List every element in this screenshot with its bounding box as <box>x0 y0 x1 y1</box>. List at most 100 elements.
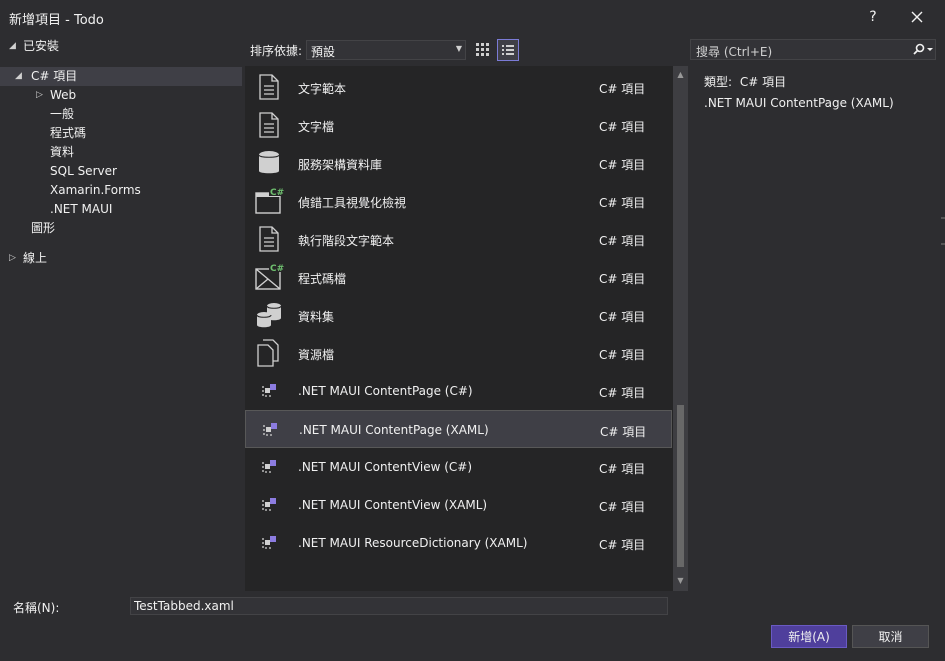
template-category: C# 項目 <box>599 82 646 96</box>
sort-dropdown[interactable]: 預設 ▼ <box>306 40 466 60</box>
sort-value: 預設 <box>311 45 336 59</box>
maui-icon <box>263 423 277 436</box>
chevron-down-icon: ▼ <box>455 44 462 53</box>
tree-item-net-maui[interactable]: .NET MAUI <box>50 200 112 219</box>
text-file-icon <box>259 74 279 100</box>
text-file-icon <box>259 112 279 138</box>
dataset-icon <box>256 303 282 328</box>
template-name: .NET MAUI ContentView (C#) <box>298 460 473 474</box>
search-icon[interactable] <box>911 43 933 57</box>
edge-divider <box>941 243 945 245</box>
tree-item-data[interactable]: 資料 <box>50 143 74 162</box>
template-row[interactable]: C# 程式碼檔 C# 項目 <box>245 258 672 296</box>
category-tree: ◢ 已安裝 ◢ C# 項目 ▷ Web 一般 程式碼 資料 SQL Server… <box>0 34 242 590</box>
name-label: 名稱(N): <box>13 601 60 615</box>
tree-item-graphics[interactable]: 圖形 <box>31 219 55 238</box>
tree-item-code[interactable]: 程式碼 <box>50 124 86 143</box>
cancel-button[interactable]: 取消 <box>852 625 929 648</box>
template-name: 文字檔 <box>298 120 335 134</box>
template-name: 資源檔 <box>298 348 335 362</box>
template-category: C# 項目 <box>599 386 646 400</box>
template-row[interactable]: C# 偵錯工具視覺化檢視 C# 項目 <box>245 182 672 220</box>
svg-text:C#: C# <box>270 264 284 274</box>
template-name: 資料集 <box>298 310 335 324</box>
template-category: C# 項目 <box>599 462 646 476</box>
template-name: .NET MAUI ResourceDictionary (XAML) <box>298 536 528 550</box>
expanded-arrow-icon[interactable]: ◢ <box>15 67 22 86</box>
small-icons-view-button[interactable] <box>472 39 494 61</box>
search-input[interactable]: 搜尋 (Ctrl+E) <box>696 43 772 60</box>
template-list-scrollbar[interactable]: ▲ ▼ <box>673 66 688 591</box>
grid-view-icon <box>476 43 489 56</box>
details-pane: 類型: C# 項目 .NET MAUI ContentPage (XAML) <box>690 66 940 591</box>
maui-icon <box>262 384 276 397</box>
expanded-arrow-icon[interactable]: ◢ <box>9 37 16 56</box>
template-row[interactable]: 文字檔 C# 項目 <box>245 106 672 144</box>
template-list: 文字範本 C# 項目 文字檔 C# 項目 服務架構資料庫 C# 項目 C# 偵錯… <box>245 66 688 591</box>
template-name: 偵錯工具視覺化檢視 <box>298 196 407 210</box>
maui-icon <box>262 460 276 473</box>
window-title: 新增項目 - Todo <box>9 13 104 28</box>
scroll-up-arrow-icon[interactable]: ▲ <box>673 68 688 82</box>
template-row-selected[interactable]: .NET MAUI ContentPage (XAML) C# 項目 <box>245 410 672 448</box>
template-row[interactable]: 文字範本 C# 項目 <box>245 68 672 106</box>
template-name: .NET MAUI ContentPage (XAML) <box>299 423 489 437</box>
add-button[interactable]: 新增(A) <box>771 625 847 648</box>
template-category: C# 項目 <box>599 310 646 324</box>
name-input[interactable] <box>130 597 668 615</box>
scroll-down-arrow-icon[interactable]: ▼ <box>673 574 688 588</box>
tree-item-installed[interactable]: 已安裝 <box>23 37 59 56</box>
close-icon <box>911 11 923 23</box>
tree-item-general[interactable]: 一般 <box>50 105 74 124</box>
tree-item-web[interactable]: Web <box>50 86 76 105</box>
maui-icon <box>262 536 276 549</box>
template-category: C# 項目 <box>599 538 646 552</box>
maui-icon <box>262 498 276 511</box>
sort-label: 排序依據: <box>250 44 303 58</box>
template-category: C# 項目 <box>599 120 646 134</box>
template-row[interactable]: .NET MAUI ContentView (C#) C# 項目 <box>245 448 672 486</box>
template-row[interactable]: .NET MAUI ResourceDictionary (XAML) C# 項… <box>245 524 672 562</box>
tree-item-csharp-items[interactable]: C# 項目 <box>31 67 77 86</box>
help-button[interactable]: ? <box>851 2 895 32</box>
collapsed-arrow-icon[interactable]: ▷ <box>36 86 43 105</box>
scrollbar-thumb[interactable] <box>677 405 684 567</box>
text-file-icon <box>259 226 279 252</box>
tree-item-xamarin-forms[interactable]: Xamarin.Forms <box>50 181 141 200</box>
template-row[interactable]: .NET MAUI ContentPage (C#) C# 項目 <box>245 372 672 410</box>
template-name: .NET MAUI ContentView (XAML) <box>298 498 488 512</box>
template-description: .NET MAUI ContentPage (XAML) <box>704 96 894 110</box>
template-row[interactable]: .NET MAUI ContentView (XAML) C# 項目 <box>245 486 672 524</box>
template-category: C# 項目 <box>599 196 646 210</box>
template-row[interactable]: 服務架構資料庫 C# 項目 <box>245 144 672 182</box>
collapsed-arrow-icon[interactable]: ▷ <box>9 249 16 268</box>
template-category: C# 項目 <box>599 234 646 248</box>
type-value: C# 項目 <box>739 75 787 89</box>
svg-text:C#: C# <box>270 188 284 198</box>
search-box[interactable]: 搜尋 (Ctrl+E) <box>690 39 936 60</box>
close-button[interactable] <box>895 2 939 32</box>
template-name: .NET MAUI ContentPage (C#) <box>298 384 473 398</box>
type-label: 類型: C# 項目 <box>704 73 786 90</box>
template-name: 程式碼檔 <box>298 272 347 286</box>
tree-item-online[interactable]: 線上 <box>23 249 47 268</box>
list-view-icon <box>502 45 514 55</box>
tree-item-sql-server[interactable]: SQL Server <box>50 162 117 181</box>
type-label-text: 類型: <box>704 75 733 89</box>
template-category: C# 項目 <box>600 425 647 439</box>
resource-file-icon <box>257 339 279 367</box>
list-view-button[interactable] <box>497 39 519 61</box>
edge-divider <box>941 217 945 219</box>
template-name: 服務架構資料庫 <box>298 158 383 172</box>
title-bar: 新增項目 - Todo ? <box>0 0 945 34</box>
code-file-csharp-icon: C# <box>255 263 284 290</box>
template-category: C# 項目 <box>599 272 646 286</box>
template-name: 文字範本 <box>298 82 347 96</box>
template-row[interactable]: 資料集 C# 項目 <box>245 296 672 334</box>
template-name: 執行階段文字範本 <box>298 234 395 248</box>
template-category: C# 項目 <box>599 158 646 172</box>
database-icon <box>258 151 280 174</box>
template-row[interactable]: 資源檔 C# 項目 <box>245 334 672 372</box>
template-category: C# 項目 <box>599 500 646 514</box>
template-row[interactable]: 執行階段文字範本 C# 項目 <box>245 220 672 258</box>
